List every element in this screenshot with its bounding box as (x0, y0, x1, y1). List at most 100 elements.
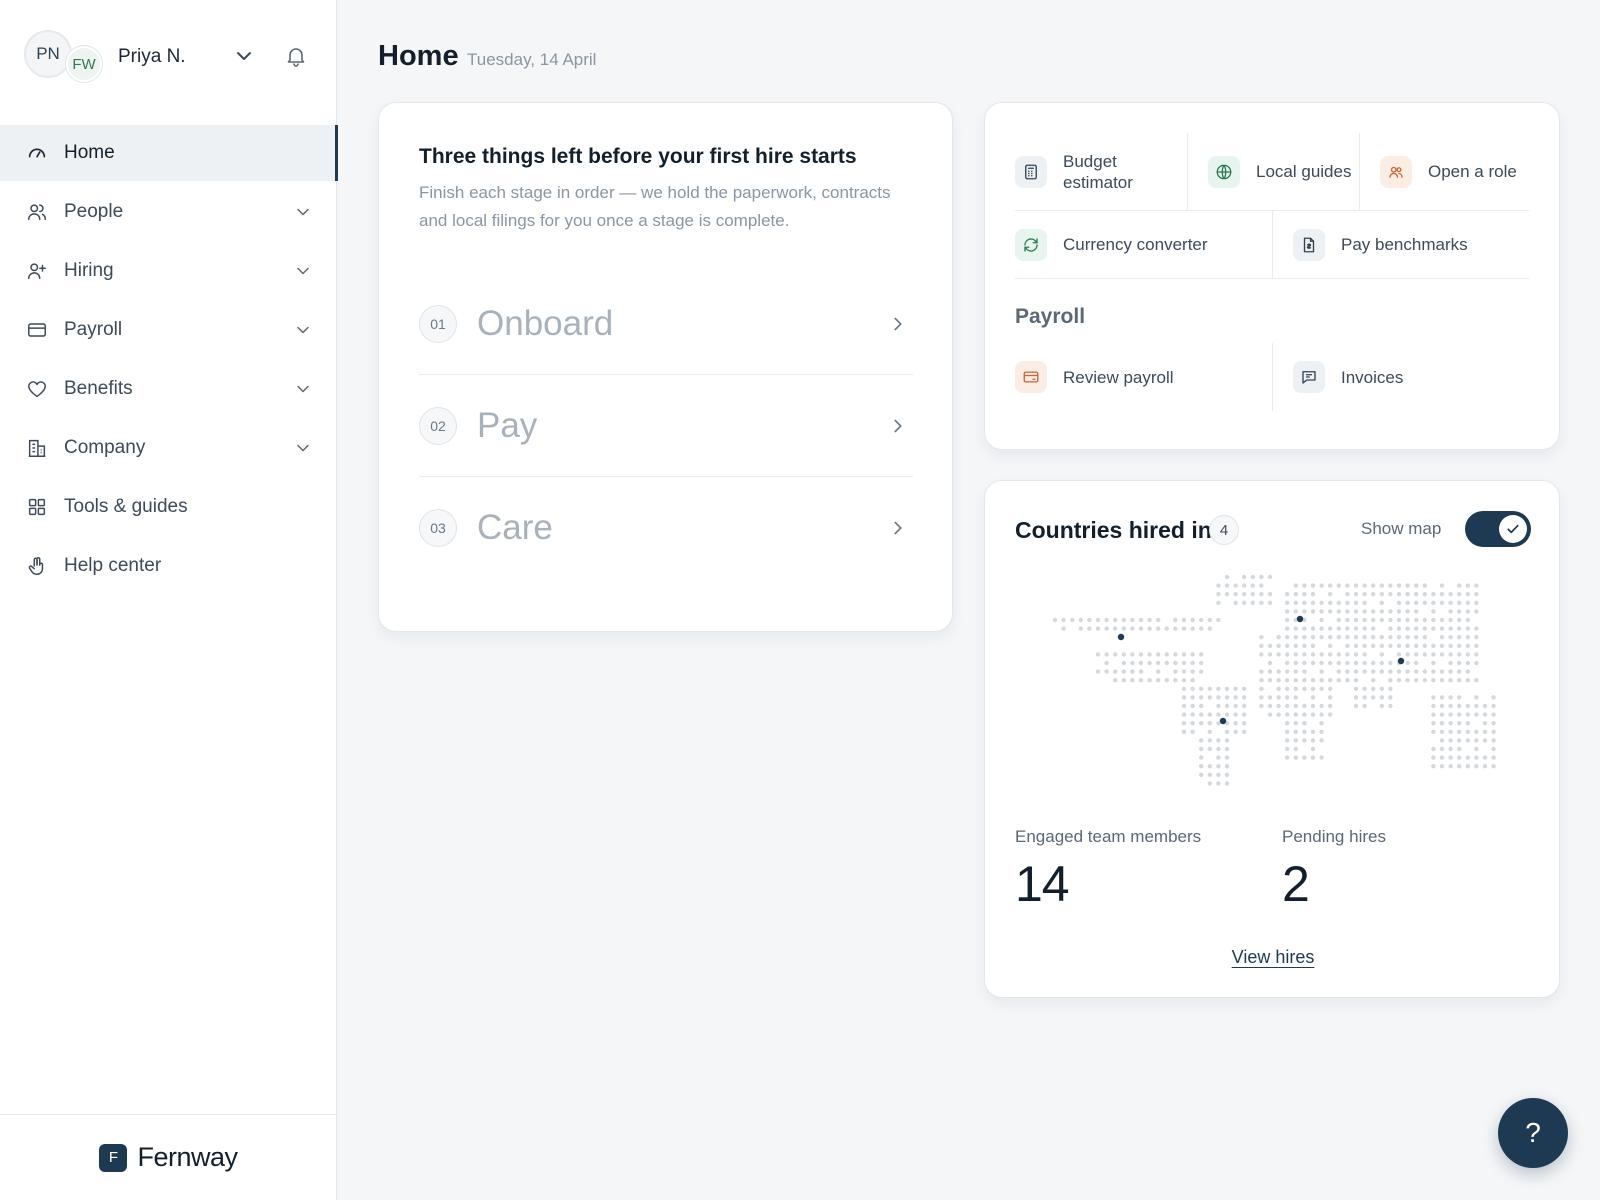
tools-row: Currency converter Pay benchmarks (1015, 211, 1529, 279)
tool-local-guides[interactable]: Local guides (1187, 133, 1359, 210)
map-dot (1164, 652, 1169, 657)
map-dot (1474, 712, 1479, 717)
hired-country-marker[interactable] (1219, 717, 1227, 725)
map-dot (1181, 626, 1187, 631)
map-dot (1465, 660, 1470, 666)
map-dot (1362, 609, 1367, 614)
show-map-toggle[interactable] (1465, 511, 1531, 547)
tool-pay-benchmarks[interactable]: Pay benchmarks (1272, 211, 1529, 278)
map-dot (1156, 678, 1161, 683)
map-dot (1388, 686, 1393, 691)
map-dot (1078, 626, 1083, 631)
map-dot (1439, 746, 1445, 752)
step-pay[interactable]: 02 Pay (419, 375, 913, 477)
brand-logo[interactable]: F Fernway (0, 1114, 337, 1200)
step-care[interactable]: 03 Care (419, 477, 913, 579)
hired-country-marker[interactable] (1397, 657, 1405, 665)
tool-budget-estimator[interactable]: Budget estimator (1015, 133, 1187, 210)
map-dot (1104, 617, 1109, 623)
map-dot (1216, 772, 1221, 777)
map-dot (1173, 678, 1178, 683)
map-dot (1405, 600, 1410, 605)
map-dot (1448, 617, 1453, 623)
refresh-icon (1015, 228, 1047, 261)
map-dot (1310, 729, 1316, 734)
grid-icon (28, 498, 46, 516)
map-dot (1345, 626, 1350, 631)
user-menu[interactable]: PN FW Priya N. (24, 30, 314, 84)
map-dot (1216, 738, 1221, 743)
map-dot (1448, 764, 1453, 769)
map-dot (1310, 643, 1316, 648)
map-dot (1181, 729, 1187, 734)
map-dot (1087, 617, 1092, 623)
map-dot (1388, 626, 1393, 631)
hired-country-marker[interactable] (1117, 633, 1125, 641)
map-dot (1439, 695, 1445, 700)
map-dot (1293, 721, 1298, 726)
map-dot (1457, 617, 1462, 623)
map-dot (1293, 592, 1298, 597)
map-dot (1104, 660, 1109, 666)
map-dot (1379, 600, 1384, 605)
chevron-down-icon[interactable] (232, 44, 256, 68)
map-dot (1147, 678, 1152, 683)
map-dot (1302, 643, 1307, 648)
map-dot (1448, 652, 1453, 657)
map-dot (1173, 669, 1178, 674)
map-dot (1353, 635, 1359, 640)
stat-engaged-members: Engaged team members 14 (1015, 827, 1201, 913)
map-dot (1285, 755, 1290, 760)
map-dot (1457, 712, 1462, 717)
map-dot (1362, 703, 1367, 709)
map-dot (1138, 652, 1144, 657)
map-dot (1431, 712, 1436, 717)
map-dot (1465, 721, 1470, 726)
map-dot (1147, 660, 1152, 666)
nav-item-help-center[interactable]: Help center (0, 538, 337, 594)
map-dot (1474, 660, 1479, 666)
nav-item-people[interactable]: People (0, 184, 337, 240)
map-dot (1302, 652, 1307, 657)
map-dot (1439, 738, 1445, 743)
tool-review-payroll[interactable]: Review payroll (1015, 343, 1272, 411)
map-dot (1242, 703, 1247, 709)
map-dot (1242, 695, 1247, 700)
nav-item-home[interactable]: Home (0, 125, 338, 181)
nav-item-hiring[interactable]: Hiring (0, 243, 337, 299)
map-dot (1319, 755, 1324, 760)
hired-country-marker[interactable] (1296, 615, 1304, 623)
map-dot (1267, 600, 1273, 605)
map-dot (1319, 669, 1324, 674)
map-dot (1267, 703, 1273, 709)
nav-item-tools-guides[interactable]: Tools & guides (0, 479, 337, 535)
map-dot (1371, 635, 1376, 640)
view-hires-link[interactable]: View hires (985, 947, 1561, 968)
step-number: 01 (419, 304, 457, 343)
map-dot (1431, 617, 1436, 623)
tool-open-role[interactable]: Open a role (1359, 133, 1529, 210)
nav-item-benefits[interactable]: Benefits (0, 361, 337, 417)
map-dot (1396, 626, 1402, 631)
map-dot (1448, 609, 1453, 614)
map-dot (1388, 695, 1393, 700)
map-dot (1224, 738, 1230, 743)
help-button[interactable]: ? (1498, 1098, 1568, 1168)
map-dot (1233, 600, 1238, 605)
tool-invoices[interactable]: Invoices (1272, 343, 1529, 411)
bell-icon[interactable] (284, 44, 308, 68)
tool-currency-converter[interactable]: Currency converter (1015, 211, 1272, 278)
map-dot (1199, 712, 1204, 717)
map-dot (1199, 746, 1204, 752)
map-dot (1345, 600, 1350, 605)
building-icon (28, 439, 46, 457)
map-dot (1474, 703, 1479, 709)
nav-item-company[interactable]: Company (0, 420, 337, 476)
nav-item-payroll[interactable]: Payroll (0, 302, 337, 358)
step-onboard[interactable]: 01 Onboard (419, 273, 913, 375)
steps-title: Three things left before your first hire… (419, 145, 857, 168)
map-dot (1285, 746, 1290, 752)
map-dot (1465, 755, 1470, 760)
map-dot (1405, 652, 1410, 657)
map-dot (1474, 609, 1479, 614)
